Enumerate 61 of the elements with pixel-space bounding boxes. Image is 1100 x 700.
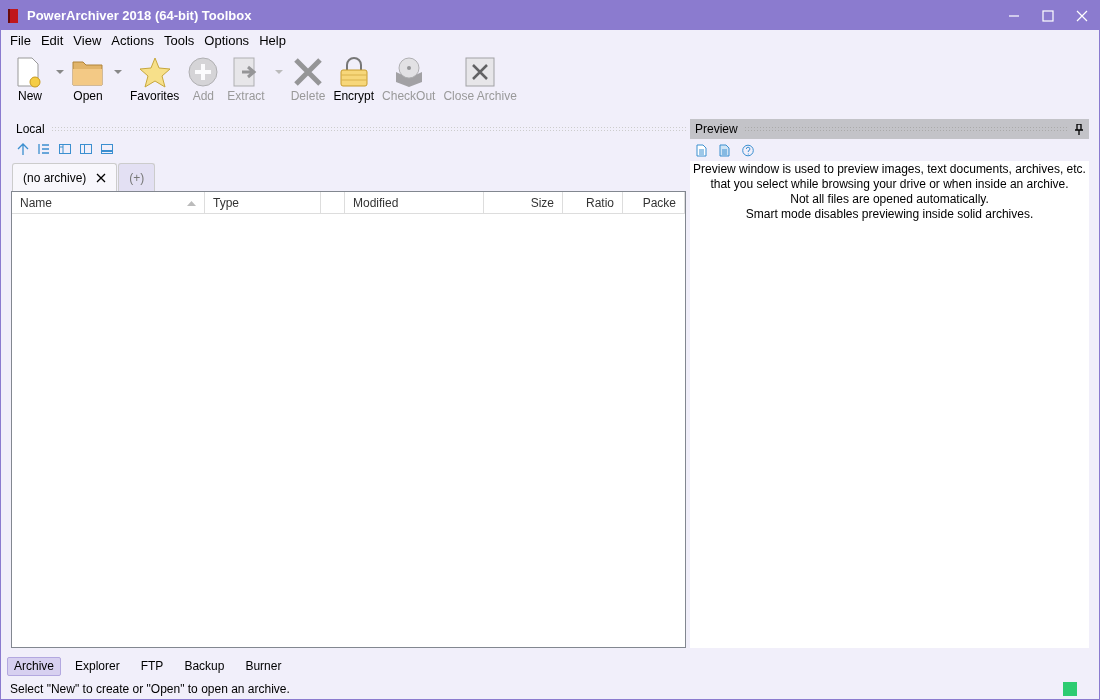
list-icon[interactable] (38, 143, 50, 155)
status-text: Select "New" to create or "Open" to open an archive. (10, 681, 291, 698)
app-icon (8, 8, 18, 23)
column-header[interactable]: Type (205, 192, 321, 214)
button-label: Favorites (130, 89, 180, 103)
view-tab[interactable]: Burner (238, 656, 289, 676)
menu-item[interactable]: File (5, 30, 36, 51)
plus-circle-icon (187, 56, 220, 88)
maximize-icon[interactable] (1042, 9, 1054, 22)
window-title: PowerArchiver 2018 (64-bit) Toolbox (27, 6, 253, 25)
close-box-icon (464, 56, 497, 88)
cross-icon (292, 56, 325, 88)
column-header[interactable]: Packe (623, 192, 685, 214)
preview-info-line: Preview window is used to preview images, text documents, archives, etc. (693, 162, 1086, 177)
pin-icon[interactable] (1075, 123, 1083, 135)
panel-title: Preview (694, 121, 738, 138)
menu-item[interactable]: Tools (158, 30, 200, 51)
button-label: Add (192, 89, 215, 103)
menu-item[interactable]: Options (199, 30, 255, 51)
menu-item[interactable]: Edit (35, 30, 69, 51)
column-header[interactable]: Size (484, 192, 563, 214)
preview-info-line: that you select while browsing your drive or when inside an archive. (710, 177, 1069, 192)
preview-info-line: Not all files are opened automatically. (790, 192, 989, 207)
button-label: Encrypt (333, 89, 375, 103)
document-icon[interactable] (696, 143, 708, 157)
button-label: New (18, 89, 42, 103)
panel-bottom-icon[interactable] (101, 143, 113, 155)
panel-split-icon[interactable] (80, 143, 92, 155)
button-label: CheckOut (382, 89, 436, 103)
menu-item[interactable]: Help (254, 30, 291, 51)
toolbar-button[interactable]: Favorites (127, 55, 183, 103)
help-icon[interactable] (742, 143, 754, 157)
dropdown-caret-icon[interactable] (114, 70, 122, 74)
view-tab[interactable]: Backup (177, 656, 232, 676)
view-tab[interactable]: Explorer (68, 656, 127, 676)
star-icon (138, 56, 171, 88)
column-header[interactable]: Ratio (563, 192, 623, 214)
tab[interactable]: (no archive) (12, 163, 118, 191)
toolbar-button[interactable]: New (11, 55, 49, 103)
button-label: Delete (290, 89, 326, 103)
column-header[interactable]: Name (12, 192, 205, 214)
up-arrow-icon[interactable] (17, 143, 29, 155)
tab[interactable]: (+) (118, 163, 156, 191)
button-label: Extract (227, 89, 265, 103)
menu-item[interactable]: View (68, 30, 107, 51)
button-label: Close Archive (443, 89, 517, 103)
document-icon[interactable] (719, 143, 731, 157)
dropdown-caret-icon[interactable] (56, 70, 64, 74)
button-label: Open (73, 89, 103, 103)
column-header[interactable]: Modified (345, 192, 484, 214)
preview-info-line: Smart mode disables previewing inside solid archives. (745, 207, 1034, 222)
panel-left-icon[interactable] (59, 143, 71, 155)
view-tab[interactable]: FTP (133, 656, 171, 676)
close-icon[interactable] (96, 172, 107, 183)
sort-arrow-icon (187, 200, 196, 206)
toolbar-button[interactable]: Open (69, 55, 107, 103)
toolbar-button[interactable]: Encrypt (330, 55, 378, 103)
padlock-icon (337, 56, 370, 88)
panel-title: Local (15, 121, 45, 138)
menu-item[interactable]: Actions (106, 30, 159, 51)
view-tab[interactable]: Archive (7, 656, 61, 676)
